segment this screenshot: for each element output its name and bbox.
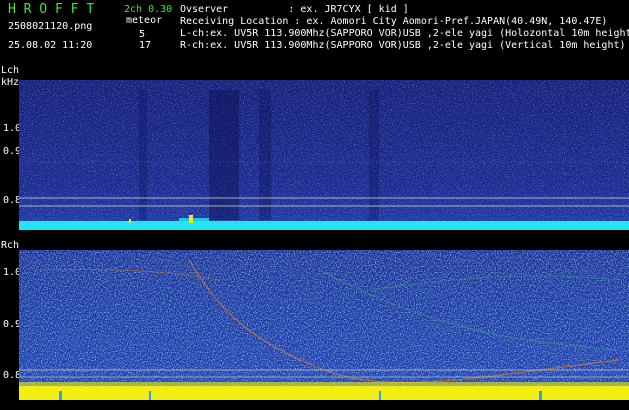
location-info: Receiving Location : ex. Aomori City Aom… [180,16,608,27]
lch-spectrogram [19,80,629,230]
rch-info: R-ch:ex. UV5R 113.900Mhz(SAPPORO VOR)USB… [180,40,626,51]
khz-axis-label: kHz [1,77,20,88]
lch-info: L-ch:ex. UV5R 113.900Mhz(SAPPORO VOR)USB… [180,28,629,39]
rch-spectrogram [19,250,629,400]
meteor-count-lch: 5 [139,29,146,40]
lch-axis-label: Lch [1,65,20,76]
lch-spectrogram-svg [19,80,629,230]
observer-info: Ovserver : ex. JR7CYX [ kid ] [180,4,409,15]
rch-axis-label: Rch [1,240,20,251]
meteor-count-rch: 17 [139,40,152,51]
version-label: 2ch 0.30 [124,4,173,15]
filename-label: 2508021120.png [8,21,93,32]
app-logo: H R O F F T [8,2,95,17]
rch-spectrogram-svg [19,250,629,400]
timestamp-label: 25.08.02 11:20 [8,40,93,51]
meteor-label: meteor [126,15,163,26]
